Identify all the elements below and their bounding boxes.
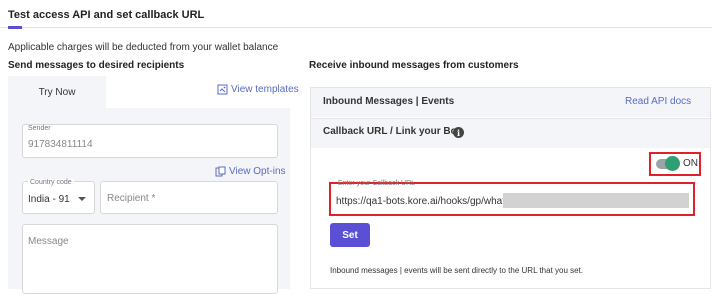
recipient-input[interactable]: Recipient * [100,181,278,214]
chevron-down-icon [78,197,86,201]
header-accent-bar [8,26,22,29]
sender-field[interactable]: Sender 917834811114 [22,124,278,158]
callback-url-value: https://qa1-bots.kore.ai/hooks/gp/whatsa… [336,196,530,207]
read-api-docs-link[interactable]: Read API docs [625,96,691,107]
view-optins-link[interactable]: View Opt-ins [215,166,286,177]
sender-label: Sender [28,125,51,132]
message-placeholder: Message [28,236,69,247]
charges-notice: Applicable charges will be deducted from… [8,42,279,53]
header-divider [0,27,712,28]
country-code-select[interactable]: Country code India - 91 [22,179,95,214]
inbound-note: Inbound messages | events will be sent d… [330,266,584,275]
callback-title: Callback URL / Link your Bot [323,126,461,137]
template-icon [217,84,228,95]
view-optins-label: View Opt-ins [229,166,286,177]
page-title: Test access API and set callback URL [8,9,205,21]
sender-value: 917834811114 [28,139,93,150]
country-code-label: Country code [28,179,74,186]
country-code-value: India - 91 [28,194,70,205]
info-icon[interactable]: i [453,127,464,138]
callback-url-label: Enter your Callback URL [338,180,416,187]
set-button[interactable]: Set [330,223,370,247]
view-templates-link[interactable]: View templates [217,84,299,95]
inbound-title: Inbound Messages | Events [323,96,455,107]
recipient-placeholder: Recipient * [107,193,156,204]
send-section-title: Send messages to desired recipients [8,60,185,71]
optins-icon [215,166,226,177]
receive-section-title: Receive inbound messages from customers [309,60,519,71]
view-templates-label: View templates [231,84,299,95]
toggle-label: ON [683,158,698,169]
toggle-knob[interactable] [665,156,680,171]
tab-try-now[interactable]: Try Now [8,76,106,108]
redacted-block [503,193,689,208]
message-input[interactable]: Message [22,224,278,294]
